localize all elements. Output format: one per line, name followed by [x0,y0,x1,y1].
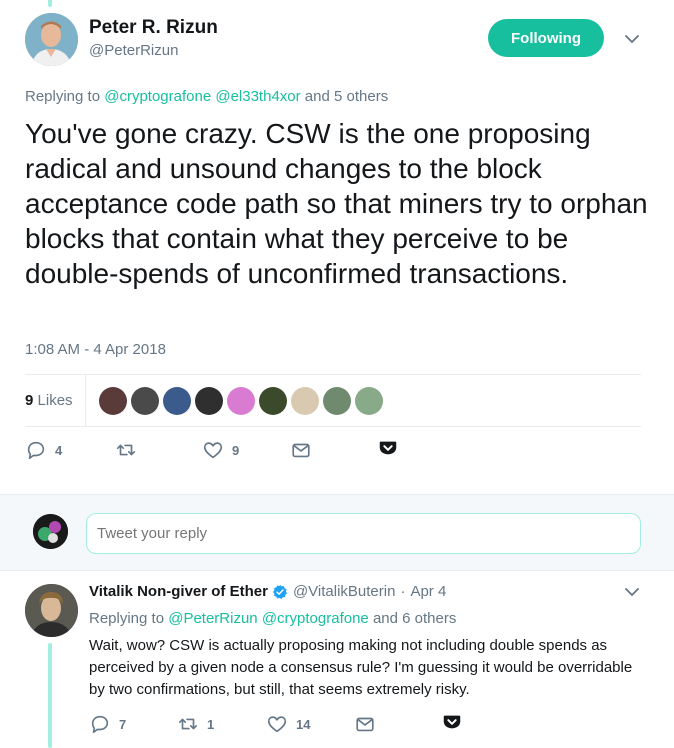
verified-badge-icon [272,584,287,599]
author-name[interactable]: Vitalik Non-giver of Ether [89,583,268,600]
mention-link[interactable]: @el33th4xor [215,88,300,105]
liker-avatar[interactable] [195,387,223,415]
likes-count[interactable]: 9 Likes [25,392,73,409]
replying-prefix: Replying to [89,610,165,627]
reply-count: 4 [55,442,63,458]
direct-message-action[interactable] [354,713,376,735]
thread-line [48,643,52,748]
direct-message-action[interactable] [290,439,312,461]
retweet-action[interactable] [115,439,145,461]
tweet-actions: 7 1 14 [89,713,489,737]
pocket-icon [443,715,461,729]
main-tweet: Peter R. Rizun @PeterRizun Following Rep… [0,0,674,494]
liker-avatar[interactable] [227,387,255,415]
heart-icon [267,716,287,733]
following-button[interactable]: Following [488,19,604,57]
reply-icon [91,715,109,734]
liker-avatar[interactable] [131,387,159,415]
separator: · [400,583,406,600]
mention-link[interactable]: @cryptografone [104,88,211,105]
mention-link[interactable]: @cryptografone [262,610,369,627]
pocket-action[interactable] [377,437,399,459]
like-action[interactable]: 9 [202,439,239,461]
tweet-actions: 4 9 [25,439,425,463]
reply-count: 7 [119,716,127,732]
chevron-down-icon[interactable] [624,31,640,47]
reply-icon [27,441,45,460]
liker-avatar[interactable] [355,387,383,415]
liker-avatar[interactable] [291,387,319,415]
replying-prefix: Replying to [25,88,101,105]
tweet-date[interactable]: Apr 4 [410,583,446,600]
replying-others[interactable]: and 6 others [373,610,456,627]
liker-avatar[interactable] [323,387,351,415]
pocket-icon [379,441,397,455]
reply-action[interactable]: 7 [89,713,126,735]
author-handle[interactable]: @PeterRizun [89,42,178,59]
liker-avatar[interactable] [259,387,287,415]
liker-avatar[interactable] [99,387,127,415]
reply-input[interactable] [86,513,641,554]
retweet-count: 1 [207,716,215,732]
liker-avatar[interactable] [163,387,191,415]
envelope-icon [292,443,310,458]
reply-composer [0,494,674,571]
replying-to: Replying to @PeterRizun @cryptografone a… [89,610,456,627]
tweet-timestamp[interactable]: 1:08 AM - 4 Apr 2018 [25,341,166,358]
stats-divider [85,375,86,427]
replying-to: Replying to @cryptografone @el33th4xor a… [25,88,388,105]
likes-label: Likes [37,392,73,409]
like-count: 14 [296,716,311,732]
chevron-down-icon[interactable] [624,584,640,600]
tweet-header: Vitalik Non-giver of Ether @VitalikButer… [89,583,446,600]
like-action[interactable]: 14 [266,713,310,735]
current-user-avatar [33,514,68,549]
retweet-icon [178,718,198,730]
envelope-icon [356,717,374,732]
likes-number: 9 [25,392,34,409]
tweet-stats: 9 Likes [25,374,641,427]
mention-link[interactable]: @PeterRizun [168,610,257,627]
author-avatar[interactable] [25,13,78,66]
replying-others[interactable]: and 5 others [305,88,388,105]
retweet-action[interactable]: 1 [177,713,214,735]
retweet-icon [116,444,136,456]
tweet-text: Wait, wow? CSW is actually proposing mak… [89,637,633,698]
heart-icon [203,442,223,459]
tweet-text: You've gone crazy. CSW is the one propos… [25,118,648,289]
reply-action[interactable]: 4 [25,439,62,461]
pocket-action[interactable] [441,711,463,733]
author-name[interactable]: Peter R. Rizun [89,17,218,39]
like-count: 9 [232,442,240,458]
author-handle[interactable]: @VitalikButerin [293,583,396,600]
author-avatar[interactable] [25,584,78,637]
